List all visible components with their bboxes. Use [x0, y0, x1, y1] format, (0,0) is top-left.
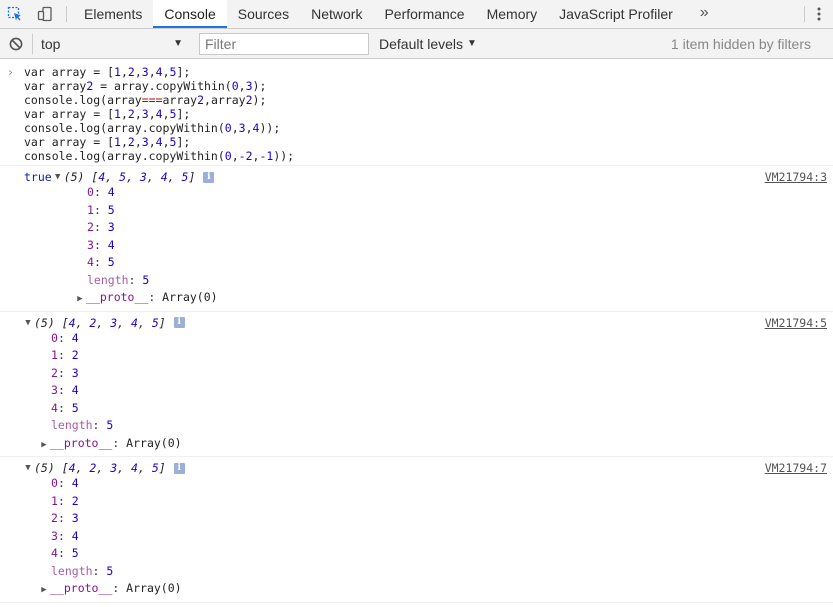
tab-network[interactable]: Network	[300, 0, 373, 28]
tab-elements[interactable]: Elements	[73, 0, 153, 28]
source-link[interactable]: VM21794:3	[765, 170, 827, 184]
array-entry: 4: 5	[87, 255, 115, 269]
collapsed-triangle-icon[interactable]: ▶	[38, 582, 50, 600]
array-preview: (5) [4, 2, 3, 4, 5]	[34, 315, 166, 330]
proto-entry[interactable]: ▶ __proto__: Array(0)	[0, 435, 833, 453]
console-toolbar: top ▼ Default levels ▼ 1 item hidden by …	[0, 29, 833, 59]
context-label: top	[41, 35, 61, 52]
context-selector[interactable]: top ▼	[33, 29, 193, 59]
array-entry: 3: 4	[87, 237, 115, 252]
expanded-triangle-icon[interactable]: ▼	[22, 316, 34, 330]
array-length: length: 5	[51, 418, 114, 432]
collapsed-triangle-icon[interactable]: ▶	[74, 291, 86, 309]
boolean-value: true	[24, 170, 52, 184]
array-entry: 3: 4	[51, 528, 79, 543]
expanded-triangle-icon[interactable]: ▼	[22, 461, 34, 475]
array-entry: 0: 4	[51, 476, 79, 490]
console-input-line: var array = [1,2,3,4,5];	[24, 107, 191, 121]
collapsed-triangle-icon[interactable]: ▶	[38, 437, 50, 455]
console-input-line: var array = [1,2,3,4,5];	[24, 65, 191, 79]
proto-entry[interactable]: ▶ __proto__: Array(0)	[0, 289, 833, 307]
array-entry: 4: 5	[51, 400, 79, 415]
more-tabs-button[interactable]: »	[684, 0, 725, 28]
log-message: VM21794:7 ▼ (5) [4, 2, 3, 4, 5] i 0: 4 1: 2 2:…	[0, 457, 833, 603]
console-input-block: › var array = [1,2,3,4,5]; var array2 = a…	[0, 60, 833, 166]
tab-memory[interactable]: Memory	[476, 0, 549, 28]
array-length: length: 5	[51, 563, 114, 578]
proto-entry[interactable]: ▶ __proto__: Array(0)	[0, 580, 833, 598]
array-entry: 0: 4	[51, 330, 79, 345]
devtools-tabbar: Elements Console Sources Network Performance…	[0, 0, 833, 29]
array-entry: 1: 2	[51, 493, 79, 508]
filter-input[interactable]	[199, 32, 369, 55]
console-input-line: console.log(array===array2,array2);	[24, 93, 267, 107]
info-icon: i	[203, 171, 215, 183]
array-entry: 2: 3	[51, 365, 79, 380]
inspect-element-icon[interactable]	[0, 0, 30, 28]
console-input-line: var array = [1,2,3,4,5];	[24, 135, 191, 149]
kebab-menu-icon[interactable]	[805, 0, 833, 28]
tab-sources[interactable]: Sources	[227, 0, 300, 28]
console-input-line: console.log(array.copyWithin(0,3,4));	[24, 121, 281, 135]
device-toolbar-icon[interactable]	[30, 0, 60, 28]
object-preview[interactable]: ▼ (5) [4, 2, 3, 4, 5] i	[0, 312, 833, 330]
array-entry: 3: 4	[51, 383, 79, 397]
array-preview: (5) [4, 2, 3, 4, 5]	[34, 461, 166, 475]
object-preview[interactable]: true ▼ (5) [4, 5, 3, 4, 5] i	[0, 166, 833, 184]
array-entry: 4: 5	[51, 546, 79, 560]
info-icon: i	[173, 462, 185, 474]
expanded-triangle-icon[interactable]: ▼	[52, 170, 64, 184]
log-levels-dropdown[interactable]: Default levels ▼	[379, 36, 477, 52]
tab-console[interactable]: Console	[153, 0, 227, 28]
log-message: VM21794:5 ▼ (5) [4, 2, 3, 4, 5] i 0: 4 1: 2 2:…	[0, 312, 833, 457]
tab-performance[interactable]: Performance	[373, 0, 475, 28]
clear-console-icon[interactable]	[0, 29, 32, 59]
console-output: › var array = [1,2,3,4,5]; var array2 = a…	[0, 60, 833, 607]
info-icon: i	[173, 317, 185, 328]
chevron-down-icon: ▼	[173, 37, 183, 49]
array-entry: 1: 5	[87, 202, 115, 217]
array-length: length: 5	[87, 272, 150, 287]
array-entry: 0: 4	[87, 185, 115, 199]
log-message: VM21794:3 true ▼ (5) [4, 5, 3, 4, 5] i 0: 4 1…	[0, 166, 833, 312]
log-levels-label: Default levels	[379, 35, 464, 52]
tab-javascript-profiler[interactable]: JavaScript Profiler	[548, 0, 684, 28]
array-preview: (5) [4, 5, 3, 4, 5]	[63, 170, 196, 184]
source-link[interactable]: VM21794:7	[765, 461, 827, 475]
prompt-chevron-icon: ›	[7, 65, 14, 79]
tabbar-separator	[66, 6, 67, 22]
chevron-down-icon: ▼	[467, 38, 477, 49]
tab-list: Elements Console Sources Network Performance…	[73, 0, 684, 28]
array-entry: 2: 3	[51, 511, 79, 525]
array-entry: 1: 2	[51, 348, 79, 362]
console-input-line: var array2 = array.copyWithin(0,3);	[24, 79, 267, 93]
array-entry: 2: 3	[87, 220, 115, 234]
console-input-line: console.log(array.copyWithin(0,-2,-1));	[24, 149, 295, 163]
source-link[interactable]: VM21794:5	[765, 316, 827, 330]
hidden-items-note: 1 item hidden by filters	[670, 35, 811, 52]
object-preview[interactable]: ▼ (5) [4, 2, 3, 4, 5] i	[0, 457, 833, 475]
